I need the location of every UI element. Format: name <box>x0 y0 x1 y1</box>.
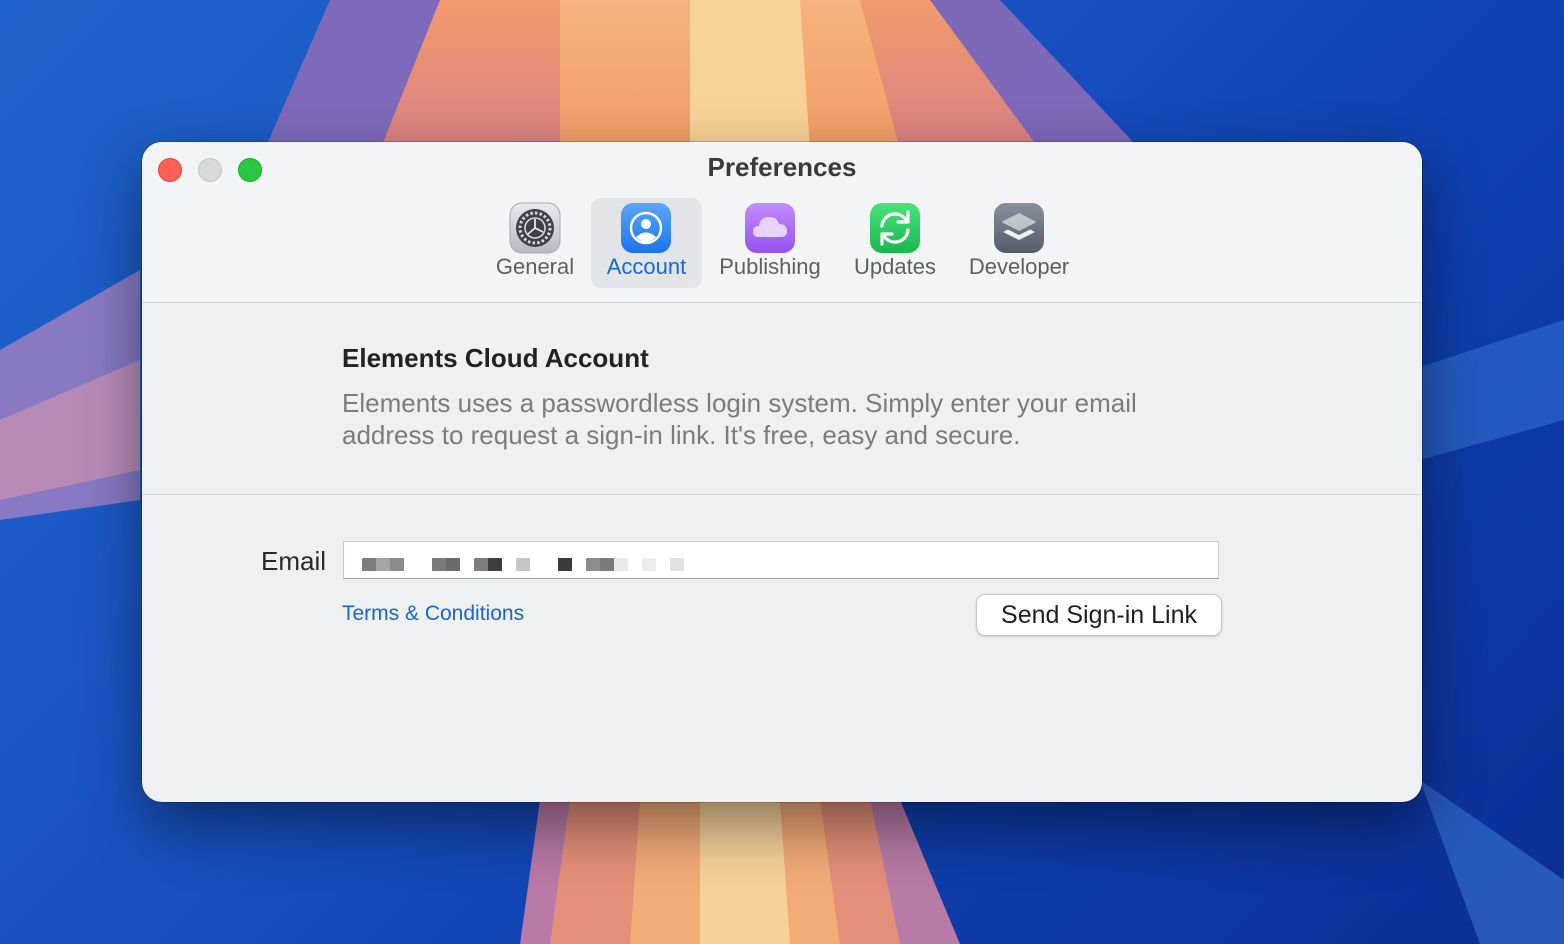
terms-conditions-link[interactable]: Terms & Conditions <box>342 602 524 626</box>
window-title: Preferences <box>707 152 857 182</box>
tab-developer-label: Developer <box>968 254 1070 279</box>
tab-publishing-label: Publishing <box>719 254 821 279</box>
account-heading: Elements Cloud Account <box>342 343 649 373</box>
tab-account-label: Account <box>606 254 687 279</box>
tab-general[interactable]: General <box>490 198 580 288</box>
tab-general-label: General <box>495 254 575 279</box>
cloud-icon <box>744 202 796 254</box>
tab-publishing[interactable]: Publishing <box>712 198 828 288</box>
refresh-icon <box>869 202 921 254</box>
layers-icon <box>993 202 1045 254</box>
tab-account[interactable]: Account <box>591 198 702 288</box>
toolbar: Preferences General Account Publishing U… <box>142 142 1422 303</box>
email-field[interactable] <box>343 541 1219 579</box>
email-label: Email <box>261 546 327 576</box>
tab-updates-label: Updates <box>854 254 936 279</box>
desktop: Preferences General Account Publishing U… <box>0 0 1564 944</box>
tab-developer[interactable]: Developer <box>962 198 1076 288</box>
preferences-window: Preferences General Account Publishing U… <box>142 142 1422 802</box>
gear-icon <box>509 202 561 254</box>
tab-updates[interactable]: Updates <box>847 198 943 288</box>
account-description: Elements uses a passwordless login syste… <box>342 388 1137 450</box>
send-sign-in-link-button[interactable]: Send Sign-in Link <box>976 594 1222 636</box>
redacted-email-value <box>362 558 684 571</box>
person-icon <box>620 202 672 254</box>
section-divider <box>142 494 1422 495</box>
